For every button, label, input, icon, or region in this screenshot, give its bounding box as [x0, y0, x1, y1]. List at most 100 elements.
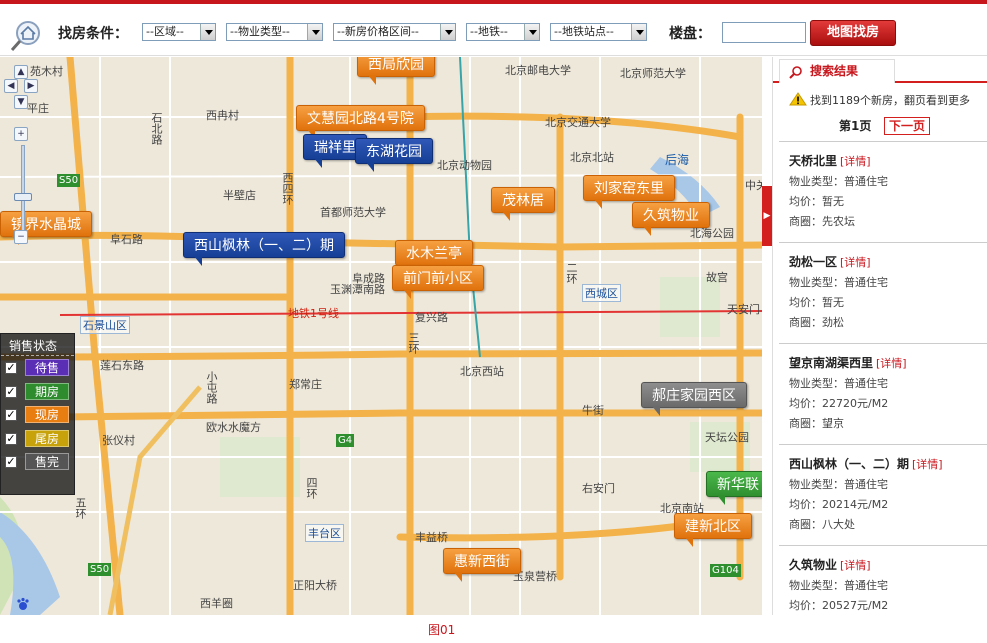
map-place-label: 郑常庄: [289, 378, 322, 391]
next-page-button[interactable]: 下一页: [884, 117, 930, 135]
property-marker[interactable]: 郝庄家园西区: [641, 382, 747, 416]
result-name: 劲松一区 [详情]: [789, 252, 987, 273]
property-marker[interactable]: 建新北区: [674, 513, 752, 547]
zoom-track[interactable]: [21, 145, 25, 237]
map-place-label: 复兴路: [415, 311, 448, 324]
road-shield-tag: G104: [710, 564, 741, 577]
map-place-label: 天安门: [727, 303, 760, 316]
results-notice: 找到1189个新房，翻页看到更多: [789, 92, 970, 108]
result-item[interactable]: 天桥北里 [详情] 物业类型：普通住宅 均价：暂无 商圈：先农坛: [779, 141, 987, 242]
result-property-type: 物业类型：普通住宅: [789, 276, 888, 289]
bottom-bar: [0, 615, 987, 643]
map-canvas[interactable]: 北京邮电大学 北京师范大学 北京交通大学 北京北站 北京动物园 首都师范大学 中…: [0, 57, 762, 615]
loupan-input[interactable]: [722, 22, 806, 43]
legend-item[interactable]: ✓ 尾房: [1, 427, 74, 451]
tab-search-results[interactable]: 搜索结果: [779, 59, 895, 83]
map-place-label: 北京师范大学: [620, 67, 686, 80]
subway-station-select[interactable]: --地铁站点--: [550, 23, 647, 41]
results-notice-text: 找到1189个新房，翻页看到更多: [810, 94, 970, 107]
checkbox-checked-icon[interactable]: ✓: [5, 456, 17, 468]
map-search-button[interactable]: 地图找房: [810, 20, 896, 46]
checkbox-checked-icon[interactable]: ✓: [5, 432, 17, 445]
region-select[interactable]: --区域--: [142, 23, 216, 41]
map-place-label: 苑木村: [30, 65, 63, 78]
result-business-area: 商圈：望京: [789, 417, 844, 430]
pan-up-icon[interactable]: ▲: [14, 65, 28, 79]
search-loupe-icon: [789, 66, 802, 79]
result-item[interactable]: 久筑物业 [详情] 物业类型：普通住宅 均价：20527元/M2: [779, 545, 987, 615]
checkbox-checked-icon[interactable]: ✓: [5, 409, 17, 421]
map-place-label: 四环: [305, 477, 318, 499]
detail-link[interactable]: [详情]: [840, 256, 871, 269]
checkbox-checked-icon[interactable]: ✓: [5, 385, 17, 398]
property-marker[interactable]: 久筑物业: [632, 202, 710, 236]
map-place-label: 西四环: [281, 172, 294, 205]
result-item[interactable]: 劲松一区 [详情] 物业类型：普通住宅 均价：暂无 商圈：劲松: [779, 242, 987, 343]
house-search-icon: [10, 21, 40, 51]
figure-caption: 图01: [428, 623, 456, 637]
property-marker[interactable]: 西山枫林（一、二）期: [183, 232, 345, 266]
map-place-label: 欧水水魔方: [206, 421, 261, 434]
legend-item[interactable]: ✓ 待售: [1, 356, 74, 380]
property-marker[interactable]: 文慧园北路4号院: [296, 105, 425, 139]
result-business-area: 商圈：先农坛: [789, 215, 855, 228]
road-shield-tag: S50: [57, 174, 81, 187]
chevron-down-icon: [440, 24, 455, 40]
legend-item[interactable]: ✓ 售完: [1, 450, 74, 474]
map-place-label: 小屯路: [205, 371, 218, 404]
loupan-label: 楼盘：: [669, 26, 711, 42]
filter-title: 找房条件：: [58, 26, 128, 42]
pan-left-icon[interactable]: ◀: [4, 79, 18, 93]
zoom-in-icon[interactable]: +: [14, 127, 28, 141]
result-name: 天桥北里 [详情]: [789, 151, 987, 172]
map-place-label: 首都师范大学: [320, 206, 386, 219]
result-property-type: 物业类型：普通住宅: [789, 175, 888, 188]
warning-icon: [789, 92, 807, 106]
result-business-area: 商圈：劲松: [789, 316, 844, 329]
property-marker[interactable]: 刘家窑东里: [583, 175, 675, 209]
property-marker[interactable]: 西局欣园: [357, 57, 435, 85]
result-item[interactable]: 西山枫林（一、二）期 [详情] 物业类型：普通住宅 均价：20214元/M2 商圈…: [779, 444, 987, 545]
detail-link[interactable]: [详情]: [876, 357, 907, 370]
chevron-down-icon: [631, 24, 646, 40]
detail-link[interactable]: [详情]: [912, 458, 943, 471]
legend-item-label: 尾房: [25, 429, 69, 447]
detail-link[interactable]: [详情]: [840, 559, 871, 572]
district-label: 石景山区: [80, 316, 130, 334]
map-place-label: 北京动物园: [437, 159, 492, 172]
property-marker[interactable]: 水木兰亭: [395, 240, 473, 274]
legend-item[interactable]: ✓ 期房: [1, 380, 74, 404]
result-name: 西山枫林（一、二）期 [详情]: [789, 454, 987, 475]
detail-link[interactable]: [详情]: [840, 155, 871, 168]
result-item[interactable]: 望京南湖渠西里 [详情] 物业类型：普通住宅 均价：22720元/M2 商圈：望京: [779, 343, 987, 444]
map-place-label: 北京邮电大学: [505, 64, 571, 77]
pan-right-icon[interactable]: ▶: [24, 79, 38, 93]
property-marker[interactable]: 东湖花园: [355, 138, 433, 172]
property-marker[interactable]: 茂林居: [491, 187, 555, 221]
price-range-select[interactable]: --新房价格区间--: [333, 23, 456, 41]
collapse-panel-arrow-icon[interactable]: ▶: [762, 186, 772, 246]
zoom-slider-handle[interactable]: [14, 193, 32, 201]
baidu-paw-logo-icon: [17, 597, 29, 610]
property-marker[interactable]: 前门前小区: [392, 265, 484, 299]
legend-item[interactable]: ✓ 现房: [1, 403, 74, 427]
tab-search-results-label: 搜索结果: [810, 64, 859, 78]
result-business-area: 商圈：八大处: [789, 518, 855, 531]
result-name: 久筑物业 [详情]: [789, 555, 987, 576]
map-place-label: 阜石路: [110, 233, 143, 246]
map-place-label: 张仪村: [102, 434, 135, 447]
map-place-label: 二环: [565, 262, 578, 284]
property-type-select[interactable]: --物业类型--: [226, 23, 323, 41]
subway-line-select[interactable]: --地铁--: [466, 23, 540, 41]
result-name-text: 望京南湖渠西里: [789, 356, 874, 370]
result-name: 望京南湖渠西里 [详情]: [789, 353, 987, 374]
property-marker[interactable]: 惠新西街: [443, 548, 521, 582]
checkbox-checked-icon[interactable]: ✓: [5, 362, 17, 374]
chevron-down-icon: [307, 24, 322, 40]
map-place-label: 石北路: [150, 112, 163, 145]
property-marker[interactable]: 新华联: [706, 471, 762, 505]
subway-line-select-value: --地铁--: [470, 25, 508, 38]
map-place-label: 莲石东路: [100, 359, 144, 372]
pan-down-icon[interactable]: ▼: [14, 95, 28, 109]
zoom-out-icon[interactable]: −: [14, 230, 28, 244]
